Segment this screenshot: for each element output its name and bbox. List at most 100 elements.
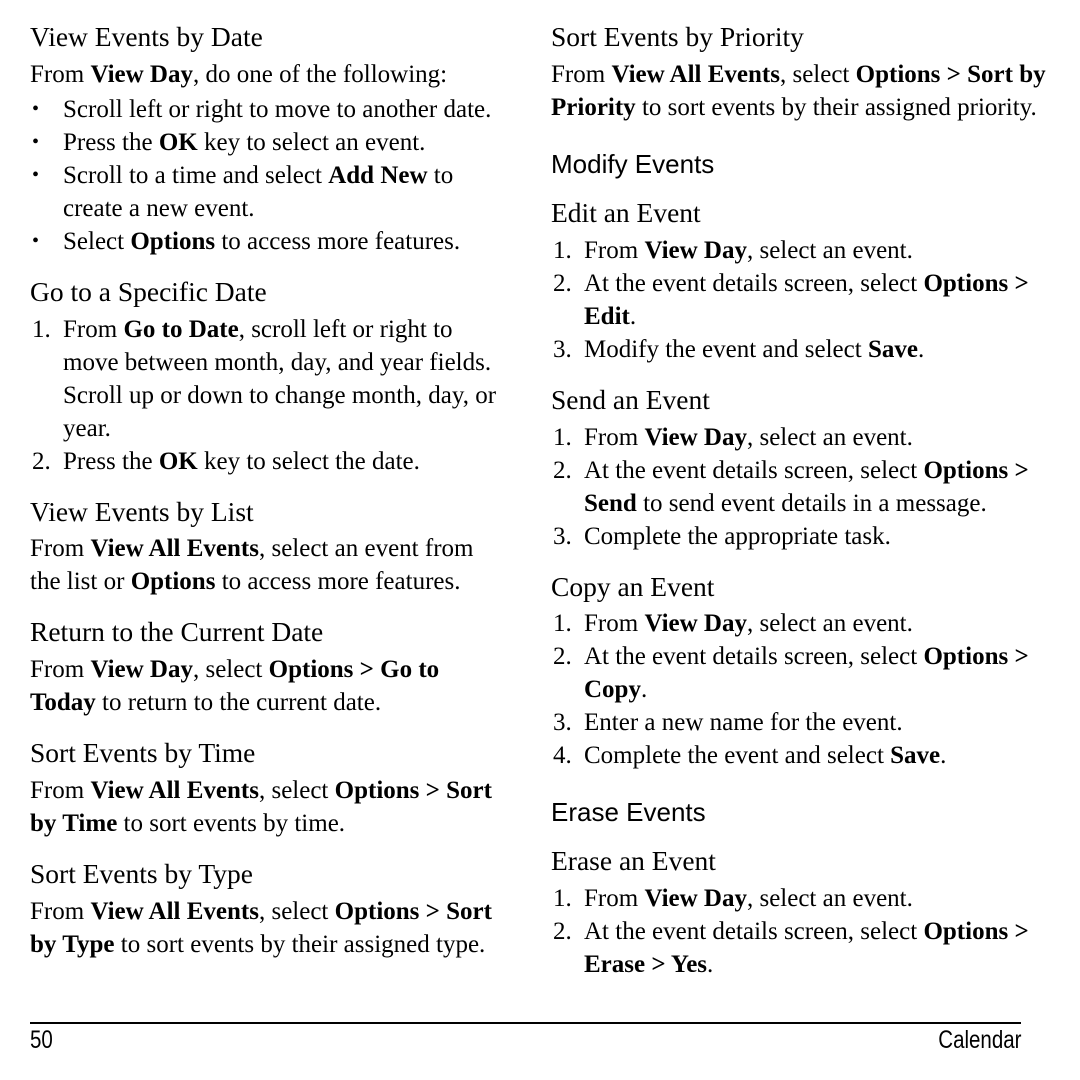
body-run: , select <box>779 60 856 88</box>
bullet-run: Select <box>63 227 131 255</box>
bullet-bold-run: OK <box>158 128 198 156</box>
step-number: 3. <box>553 709 572 737</box>
body-run: to access more features. <box>215 568 461 596</box>
body-bold-run: View All Events <box>90 776 259 804</box>
step-run: , select an event. <box>746 610 913 638</box>
bullet-list: • Scroll left or right to move to another… <box>30 93 510 258</box>
step-bold-run: Save <box>867 335 918 363</box>
body-run: to sort events by time. <box>117 809 346 837</box>
body-run: From <box>30 535 91 563</box>
numbered-list-item: 3. Modify the event and select Save. <box>551 333 1050 366</box>
step-number: 2. <box>553 918 572 946</box>
numbered-list: 1. From View Day, select an event. 2. At th… <box>551 234 1050 366</box>
step-run: . <box>629 302 637 330</box>
footer-row: 50 Calendar <box>30 1024 1021 1055</box>
body-run: , select <box>258 776 335 804</box>
bullet-marker-icon: • <box>32 229 40 252</box>
bullet-bold-run: Options <box>130 227 216 255</box>
two-column-body: View Events by Date From View Day, do one… <box>0 0 1080 1000</box>
step-number: 1. <box>553 885 572 913</box>
step-number: 2. <box>32 447 51 475</box>
subsection-heading: Sort Events by Time <box>30 737 256 769</box>
step-run: Modify the event and select <box>584 335 868 363</box>
numbered-list: 1. From View Day, select an event. 2. At th… <box>551 421 1050 553</box>
body-run: , select <box>258 897 335 925</box>
subsection-heading: Erase an Event <box>551 845 716 877</box>
bullet-run: Scroll to a time and select <box>63 161 329 189</box>
page-footer: 50 Calendar <box>30 1022 1021 1055</box>
page-number: 50 <box>30 1026 53 1054</box>
bullet-run: key to select an event. <box>197 128 426 156</box>
numbered-list-item: 2. At the event details screen, select Op… <box>551 454 1050 520</box>
intro-bold-run: View Day <box>90 60 193 88</box>
section-heading: Modify Events <box>551 148 715 179</box>
subsection-heading: Sort Events by Priority <box>551 21 804 52</box>
step-run: From <box>584 236 645 264</box>
numbered-list-item: 2. At the event details screen, select Op… <box>551 267 1050 333</box>
intro-run: From <box>30 60 91 88</box>
subsection-heading: View Events by Date <box>30 21 263 52</box>
bullet-list-item: • Press the OK key to select an event. <box>30 126 510 159</box>
body-run: From <box>30 776 91 804</box>
bullet-run: Scroll left or right to move to another … <box>63 95 492 123</box>
subsection-heading: Go to a Specific Date <box>30 275 267 307</box>
body-bold-run: View All Events <box>90 535 259 563</box>
step-bold-run: View Day <box>644 236 747 264</box>
bullet-bold-run: Add New <box>328 161 428 189</box>
body-run: to sort events by their assigned type. <box>114 930 486 958</box>
step-run: At the event details screen, select <box>584 918 924 946</box>
numbered-list: 1. From View Day, select an event. 2. At th… <box>551 882 1050 981</box>
step-bold-run: Save <box>890 742 941 770</box>
bullet-marker-icon: • <box>32 97 40 120</box>
step-number: 3. <box>553 335 572 363</box>
step-bold-run: View Day <box>644 610 747 638</box>
step-number: 1. <box>553 423 572 451</box>
body-paragraph: From View All Events, select Options > S… <box>30 895 510 961</box>
step-run: , select an event. <box>746 236 913 264</box>
step-run: From <box>63 315 124 343</box>
numbered-list-item: 4. Complete the event and select Save. <box>551 739 1050 772</box>
step-run: . <box>707 951 714 979</box>
step-number: 2. <box>553 269 572 297</box>
numbered-list-item: 3. Complete the appropriate task. <box>551 520 1050 553</box>
bullet-run: Press the <box>63 128 159 156</box>
step-run: , select an event. <box>746 885 913 913</box>
bullet-list-item: • Select Options to access more features. <box>30 225 510 258</box>
numbered-list: 1. From View Day, select an event. 2. At th… <box>551 607 1050 772</box>
step-run: At the event details screen, select <box>584 269 924 297</box>
section-heading: Erase Events <box>551 797 706 828</box>
subsection-heading: View Events by List <box>30 495 254 527</box>
step-run: From <box>584 885 645 913</box>
subsection-heading: Copy an Event <box>551 570 715 602</box>
step-run: . <box>640 676 648 704</box>
numbered-list-item: 1. From View Day, select an event. <box>551 421 1050 454</box>
body-bold-run: View All Events <box>90 897 259 925</box>
bullet-marker-icon: • <box>32 130 40 153</box>
body-run: From <box>30 656 91 684</box>
body-bold-run: Options <box>130 568 216 596</box>
body-bold-run: View All Events <box>611 60 780 88</box>
body-run: From <box>551 60 612 88</box>
step-number: 3. <box>553 522 572 550</box>
step-run: . <box>917 335 925 363</box>
body-run: From <box>30 897 91 925</box>
body-paragraph: From View Day, select Options > Go to To… <box>30 653 510 719</box>
step-run: From <box>584 610 645 638</box>
bullet-list-item: • Scroll to a time and select Add New to … <box>30 159 510 225</box>
step-run: to send event details in a message. <box>636 489 987 517</box>
body-run: to return to the current date. <box>95 689 382 717</box>
step-bold-run: View Day <box>644 423 747 451</box>
numbered-list-item: 1. From View Day, select an event. <box>551 234 1050 267</box>
footer-section-title: Calendar <box>937 1026 1021 1054</box>
step-run: From <box>584 423 645 451</box>
left-column: View Events by Date From View Day, do one… <box>0 0 540 963</box>
subsection-heading: Send an Event <box>551 383 710 415</box>
numbered-list: 1. From Go to Date, scroll left or right … <box>30 313 510 478</box>
numbered-list-item: 1. From View Day, select an event. <box>551 882 1050 915</box>
step-number: 4. <box>553 742 572 770</box>
step-run: Enter a new name for the event. <box>584 709 903 737</box>
step-run: Press the <box>63 447 159 475</box>
manual-page: View Events by Date From View Day, do one… <box>0 0 1080 1080</box>
step-bold-run: View Day <box>644 885 747 913</box>
step-bold-run: OK <box>158 447 198 475</box>
